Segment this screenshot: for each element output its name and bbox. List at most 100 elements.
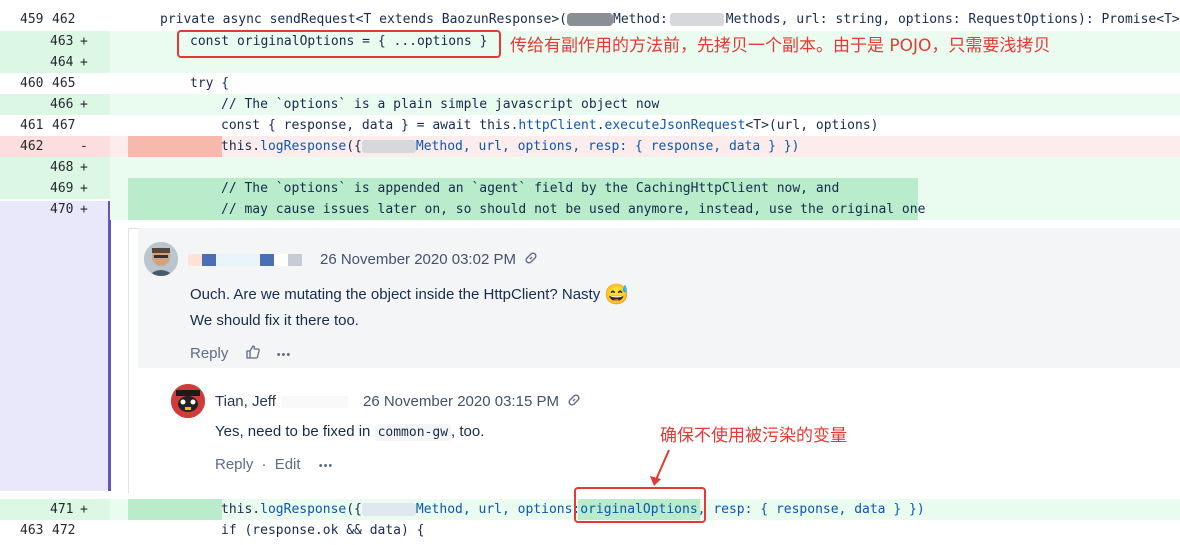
annotation-box (177, 30, 501, 58)
more-icon[interactable]: ••• (319, 460, 334, 472)
annotation-note: 确保不使用被污染的变量 (660, 426, 847, 446)
code-segment: this. (221, 139, 261, 154)
redacted-block (216, 254, 260, 267)
code-segment: Methods, url: string, options: RequestOp… (725, 12, 1180, 27)
code-segment: Method, url, options, resp: { response, … (415, 139, 800, 154)
more-icon[interactable]: ••• (277, 349, 292, 361)
diff-sign: + (80, 55, 88, 70)
new-line-number: 465 (52, 76, 76, 91)
code-segment: ({ (346, 139, 362, 154)
old-line-number: 463 (20, 523, 44, 538)
redacted-block (361, 503, 416, 516)
avatar[interactable] (144, 242, 178, 276)
date-text: 26 November 2020 03:15 PM (363, 393, 559, 410)
new-line-number: 463 (50, 34, 74, 49)
redacted-block (288, 254, 302, 267)
code: this.logResponse({Method, url, options:o… (221, 499, 925, 520)
annotation-note: 传给有副作用的方法前，先拷贝一个副本。由于是 POJO，只需要浅拷贝 (510, 36, 1051, 56)
diff-line-added: 468 + (0, 157, 1180, 178)
redacted-block (274, 254, 288, 267)
diff-line-added: 470 + // may cause issues later on, so s… (0, 199, 1180, 220)
redacted-block (188, 254, 202, 267)
diff-sign: + (80, 97, 88, 112)
new-line-number: 471 (50, 502, 74, 517)
redacted-block (281, 396, 348, 409)
sweat-smile-emoji: 😅 (604, 284, 630, 306)
new-line-number: 461 (52, 0, 75, 7)
comment-date[interactable]: 26 November 2020 03:15 PM (363, 393, 581, 410)
comment-date[interactable]: 26 November 2020 03:02 PM (320, 251, 538, 268)
link-icon[interactable] (524, 251, 538, 265)
code-segment: this. (221, 502, 261, 517)
code: const { response, data } = await this.ht… (221, 115, 878, 136)
inline-code: common-gw (374, 424, 452, 441)
old-line-number: 462 (20, 139, 44, 154)
code-comment: // may cause issues later on, so should … (221, 202, 926, 217)
code-segment: const { response, data } = await this. (221, 118, 519, 133)
comment-thread-gutter (0, 201, 110, 491)
code-comment: // The `options` is a plain simple javas… (221, 97, 660, 112)
reply-button[interactable]: Reply (215, 456, 253, 473)
comment-body: Yes, need to be fixed in common-gw, too. (215, 423, 485, 441)
avatar-image (171, 384, 205, 418)
code-segment: <T>(url, options) (745, 118, 879, 133)
diff-line: 461 467 const { response, data } = await… (0, 115, 1180, 136)
code: this.logResponse({ Method, url, options, … (221, 136, 799, 157)
comment-text: Ouch. Are we mutating the object inside … (190, 286, 601, 303)
comment-actions: Reply · Edit ••• (215, 456, 333, 473)
comment-author[interactable]: Tian, Jeff (215, 393, 348, 410)
link-icon[interactable] (567, 393, 581, 407)
old-line-number: 459 (20, 12, 44, 27)
comment-body: Ouch. Are we mutating the object inside … (190, 282, 629, 307)
thumbs-up-icon[interactable] (245, 344, 261, 360)
avatar[interactable] (171, 384, 205, 418)
redacted-block (669, 13, 724, 26)
date-text: 26 November 2020 03:02 PM (320, 251, 516, 268)
code-segment: Method: (613, 12, 668, 27)
old-line-number: 461 (20, 118, 44, 133)
separator: · (261, 456, 267, 473)
code: if (response.ok && data) { (221, 523, 425, 538)
author-name: Tian, Jeff (215, 393, 276, 410)
code-segment: , resp: { response, data } }) (697, 502, 925, 517)
diff-line-removed: 462 - this.logResponse({ Method, url, opt… (0, 136, 1180, 157)
diff-sign: + (80, 502, 88, 517)
diff-sign: + (80, 181, 88, 196)
redacted-block (260, 254, 274, 267)
diff-line: 459 462 private async sendRequest<T exte… (0, 9, 1180, 30)
edit-button[interactable]: Edit (275, 456, 301, 473)
redacted-block (202, 254, 216, 267)
added-highlight (128, 499, 222, 520)
diff-sign: - (80, 139, 88, 154)
code-segment: private async sendRequest<T extends Baoz… (160, 12, 567, 27)
code-segment: . (596, 118, 605, 133)
comment-text: Yes, need to be fixed in (215, 423, 375, 440)
code-comment: // The `options` is appended an `agent` … (221, 181, 840, 196)
annotation-box (574, 487, 706, 523)
diff-line-added: 469 + // The `options` is appended an `a… (0, 178, 1180, 220)
comment-thread-marker (108, 201, 111, 491)
comment-text: , too. (451, 423, 485, 440)
code-segment: Method, url, options: (415, 502, 581, 517)
diff-line-top: 458 461 (0, 0, 1180, 7)
diff-line: 463 472 if (response.ok && data) { (0, 520, 1180, 541)
redacted-block (361, 140, 416, 153)
code-segment: logResponse (260, 502, 347, 517)
annotation-arrow (650, 449, 670, 486)
comment-actions: Reply ••• (190, 344, 291, 362)
removed-highlight (128, 136, 222, 157)
comment-author[interactable] (188, 251, 302, 268)
diff-sign: + (80, 160, 88, 175)
code-segment: httpClient (518, 118, 597, 133)
reply-button[interactable]: Reply (190, 345, 228, 362)
new-line-number: 462 (52, 12, 76, 27)
code-segment: logResponse (260, 139, 347, 154)
diff-line: 460 465 try { (0, 73, 1180, 94)
old-line-number: 458 (20, 0, 43, 7)
comment-body: We should fix it there too. (190, 312, 359, 329)
code-segment: executeJsonRequest (604, 118, 746, 133)
diff-sign: + (80, 202, 88, 217)
code-segment: ({ (346, 502, 362, 517)
new-line-number: 464 (50, 55, 74, 70)
gutter (0, 136, 110, 157)
